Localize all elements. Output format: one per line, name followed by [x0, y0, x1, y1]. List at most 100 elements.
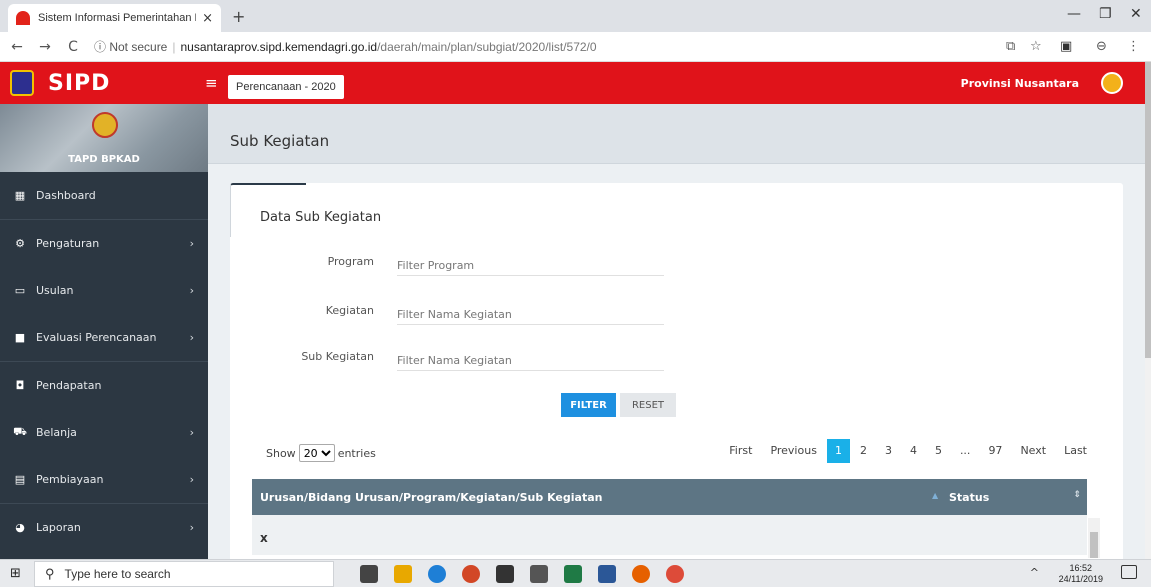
kegiatan-label: Kegiatan [325, 304, 374, 317]
app-header: SIPD ≡ Perencanaan - 2020 Provinsi Nusan… [0, 62, 1145, 104]
powerpoint-icon[interactable] [462, 565, 480, 583]
clock-time: 16:52 [1069, 563, 1093, 573]
chevron-right-icon: › [189, 426, 194, 439]
sort-icon[interactable]: ⇕ [1073, 490, 1081, 500]
search-placeholder: Type here to search [64, 567, 171, 581]
firefox-icon[interactable] [632, 565, 650, 583]
sidebar-item-label: Pendapatan [36, 379, 102, 392]
brand-name: SIPD [48, 70, 111, 96]
clock[interactable]: 16:52 24/11/2019 [1059, 563, 1103, 585]
page-5[interactable]: 5 [927, 439, 950, 463]
browser-tab[interactable]: Sistem Informasi Pemerintahan D × [8, 4, 221, 32]
page-title: Sub Kegiatan [230, 132, 330, 150]
table-scrollbar[interactable] [1088, 518, 1100, 558]
reload-icon[interactable]: C [62, 39, 84, 55]
entries-select[interactable]: 20 [298, 444, 335, 462]
table-row[interactable]: x [252, 515, 1087, 555]
sidebar-item-label: Belanja [36, 426, 77, 439]
program-filter-input[interactable] [397, 250, 664, 276]
user-name: TAPD BPKAD [68, 154, 140, 165]
sort-asc-icon[interactable]: ▲ [932, 491, 938, 500]
profile-icon[interactable]: ⊖ [1096, 39, 1107, 54]
subkegiatan-filter-input[interactable] [397, 345, 664, 371]
kegiatan-filter-input[interactable] [397, 299, 664, 325]
chevron-right-icon: › [189, 331, 194, 344]
chevron-right-icon: › [189, 284, 194, 297]
sipd-logo-icon [10, 70, 34, 96]
chat-icon: ▭ [14, 284, 26, 297]
sidebar-item-evaluasi-perencanaan[interactable]: ■ Evaluasi Perencanaan › [0, 314, 208, 361]
user-panel: TAPD BPKAD [0, 104, 208, 172]
wallet-icon: ◘ [15, 379, 25, 392]
page-previous[interactable]: Previous [762, 439, 825, 463]
brand[interactable]: SIPD [0, 62, 208, 104]
card-title: Data Sub Kegiatan [260, 210, 382, 225]
province-emblem-icon[interactable] [1101, 72, 1123, 94]
windows-start-icon[interactable]: ⊞ [10, 566, 21, 581]
tray-expand-icon[interactable]: ^ [1030, 566, 1039, 579]
dashboard-icon: ▦ [14, 189, 26, 202]
sidebar-item-laporan[interactable]: ◕ Laporan › [0, 504, 208, 551]
column-header-status[interactable]: Status [949, 491, 989, 504]
sidebar-item-belanja[interactable]: ⛟ Belanja › [0, 409, 208, 456]
taskbar-search[interactable]: ⚲ Type here to search [34, 561, 334, 587]
sidebar-item-dashboard[interactable]: ▦ Dashboard [0, 172, 208, 219]
chevron-right-icon: › [189, 521, 194, 534]
page-3[interactable]: 3 [877, 439, 900, 463]
filter-button[interactable]: FILTER [561, 393, 616, 417]
close-tab-icon[interactable]: × [202, 11, 213, 26]
page-scrollbar-thumb[interactable] [1145, 62, 1151, 358]
periode-selector[interactable]: Perencanaan - 2020 [228, 75, 344, 99]
close-window-icon[interactable]: ✕ [1130, 6, 1142, 22]
hamburger-menu-icon[interactable]: ≡ [205, 74, 218, 92]
sidebar-item-usulan[interactable]: ▭ Usulan › [0, 267, 208, 314]
sidebar-item-pendapatan[interactable]: ◘ Pendapatan [0, 362, 208, 409]
back-icon[interactable]: ← [6, 39, 28, 55]
page-4[interactable]: 4 [902, 439, 925, 463]
column-header-urusan[interactable]: Urusan/Bidang Urusan/Program/Kegiatan/Su… [260, 491, 602, 504]
reset-button[interactable]: RESET [620, 393, 676, 417]
sidebar-item-pembiayaan[interactable]: ▤ Pembiayaan › [0, 456, 208, 503]
page-last[interactable]: Last [1056, 439, 1095, 463]
bookmark-star-icon[interactable]: ☆ [1030, 39, 1042, 54]
pagination: First Previous 1 2 3 4 5 ... 97 Next Las… [719, 439, 1095, 463]
chrome-icon[interactable] [666, 565, 684, 583]
page-next[interactable]: Next [1012, 439, 1054, 463]
forward-icon[interactable]: → [34, 39, 56, 55]
table-header: Urusan/Bidang Urusan/Program/Kegiatan/Su… [252, 479, 1087, 515]
browser-menu-icon[interactable]: ⋮ [1127, 39, 1140, 54]
page-first[interactable]: First [721, 439, 760, 463]
sidebar-item-pengaturan[interactable]: ⚙ Pengaturan › [0, 220, 208, 267]
page-scrollbar[interactable] [1145, 62, 1151, 559]
restore-icon[interactable]: ❐ [1099, 6, 1112, 22]
notification-icon[interactable] [1121, 565, 1137, 579]
word-icon[interactable] [598, 565, 616, 583]
translate-icon[interactable]: ⧉ [1006, 39, 1015, 54]
sidebar-item-label: Laporan [36, 521, 81, 534]
entries-label: entries [337, 446, 376, 460]
chevron-right-icon: › [189, 473, 194, 486]
extension-icon[interactable]: ▣ [1060, 39, 1072, 54]
clock-date: 24/11/2019 [1058, 574, 1103, 584]
sidebar: TAPD BPKAD ▦ Dashboard ⚙ Pengaturan › ▭ … [0, 104, 208, 559]
edge-icon[interactable] [428, 565, 446, 583]
page-ellipsis: ... [959, 444, 971, 457]
security-indicator: ⓘ Not secure [94, 40, 168, 54]
gear-icon: ⚙ [15, 237, 25, 250]
mail-icon[interactable] [530, 565, 548, 583]
store-icon[interactable] [496, 565, 514, 583]
minimize-icon[interactable]: — [1067, 6, 1081, 22]
tab-title: Sistem Informasi Pemerintahan D [38, 12, 197, 24]
file-explorer-icon[interactable] [394, 565, 412, 583]
pie-chart-icon: ◕ [15, 521, 25, 534]
new-tab-button[interactable]: + [232, 7, 245, 26]
table-scrollbar-thumb[interactable] [1090, 532, 1098, 558]
excel-icon[interactable] [564, 565, 582, 583]
task-view-icon[interactable] [360, 565, 378, 583]
url-field[interactable]: ⓘ Not secure | nusantaraprov.sipd.kemendag… [94, 38, 597, 55]
program-label: Program [327, 255, 374, 268]
page-1[interactable]: 1 [826, 439, 850, 463]
page-2[interactable]: 2 [852, 439, 875, 463]
province-name[interactable]: Provinsi Nusantara [961, 77, 1079, 90]
page-97[interactable]: 97 [980, 439, 1010, 463]
